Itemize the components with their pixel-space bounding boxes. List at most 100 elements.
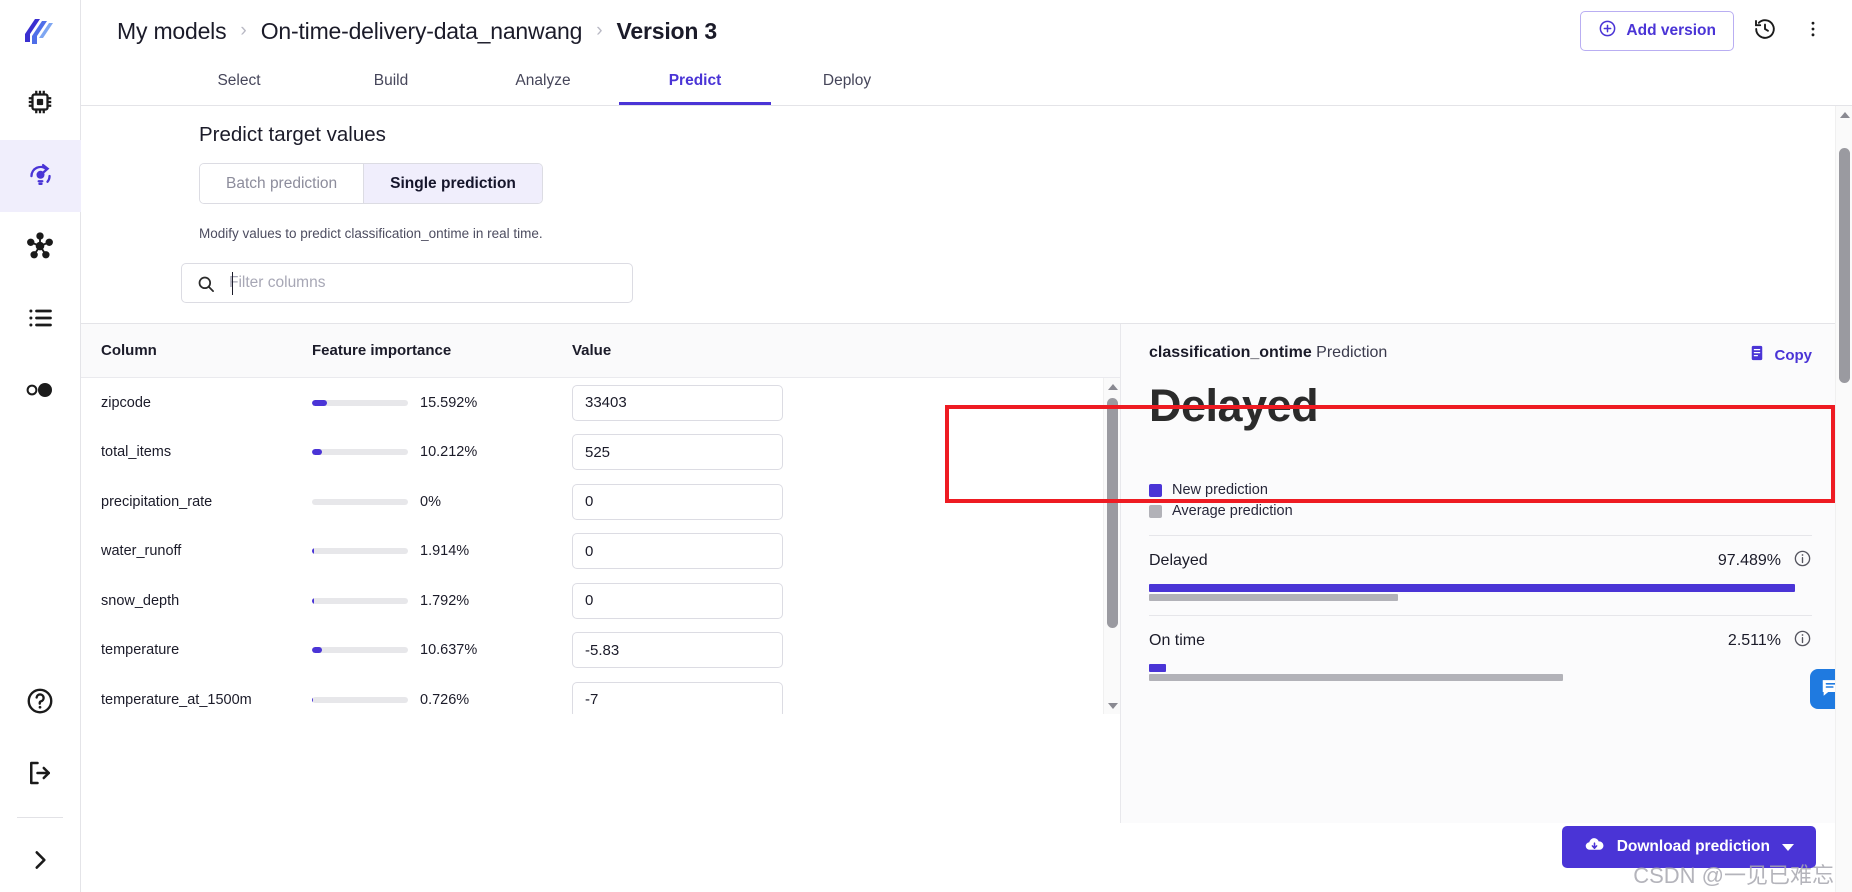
feature-importance-cell: 15.592%	[312, 395, 572, 411]
table-header-value: Value	[572, 342, 612, 359]
breadcrumb-separator: ›	[596, 20, 603, 41]
breadcrumb-item-my-models[interactable]: My models	[117, 18, 227, 45]
prediction-class-list: Delayed 97.489% On time 2.511%	[1149, 535, 1812, 695]
download-prediction-label: Download prediction	[1616, 838, 1770, 855]
feature-importance-cell: 0.726%	[312, 692, 572, 708]
sidebar-item-help[interactable]	[0, 667, 81, 739]
feature-value-cell	[572, 434, 1120, 471]
panel-header: classification_ontime Prediction Copy	[1149, 344, 1812, 366]
prediction-panel: classification_ontime Prediction Copy De…	[1120, 324, 1852, 823]
breadcrumb-item-dataset[interactable]: On-time-delivery-data_nanwang	[261, 18, 583, 45]
feature-value-cell	[572, 632, 1120, 669]
filter-columns-input[interactable]	[182, 264, 632, 302]
table-body: zipcode 15.592% 33403 total_items 10.212…	[81, 378, 1120, 714]
top-bar: My models › On-time-delivery-data_nanwan…	[81, 0, 1852, 62]
single-prediction-tab[interactable]: Single prediction	[364, 164, 542, 203]
importance-bar-track	[312, 498, 408, 505]
sidebar-item-expand[interactable]	[0, 832, 81, 892]
importance-bar-track	[312, 548, 408, 555]
tab-predict[interactable]: Predict	[619, 62, 771, 105]
importance-bar-fill	[312, 647, 323, 654]
predict-lower-region: Column Feature importance Value zipcode …	[81, 323, 1852, 823]
sidebar-item-logo[interactable]	[0, 0, 81, 68]
copy-document-icon	[1748, 344, 1766, 366]
batch-prediction-tab[interactable]: Batch prediction	[200, 164, 365, 203]
search-icon	[196, 274, 216, 299]
importance-bar-track	[312, 449, 408, 456]
feature-value-input[interactable]	[572, 632, 783, 669]
app-logo-icon	[23, 17, 57, 52]
table-row: precipitation_rate 0%	[81, 477, 1120, 527]
download-prediction-button[interactable]: Download prediction	[1561, 826, 1816, 868]
feature-value-input[interactable]	[572, 582, 783, 619]
scrollbar-thumb[interactable]	[1107, 398, 1118, 628]
filter-area	[81, 241, 1852, 303]
legend-item-average: Average prediction	[1149, 503, 1812, 519]
tab-deploy[interactable]: Deploy	[771, 62, 923, 105]
info-circle-icon[interactable]	[1793, 549, 1812, 573]
left-sidebar	[0, 0, 81, 892]
history-clock-icon	[1753, 17, 1777, 46]
breadcrumb-item-version: Version 3	[616, 17, 718, 44]
version-history-button[interactable]	[1748, 14, 1782, 48]
predict-lightbulb-icon	[25, 158, 56, 194]
chevron-down-icon[interactable]	[1782, 843, 1794, 851]
page-scrollbar[interactable]	[1835, 106, 1852, 892]
feature-name: water_runoff	[101, 543, 182, 560]
importance-bar-track	[312, 647, 408, 654]
page-scroll-up-arrow[interactable]	[1836, 106, 1852, 123]
prediction-title-suffix: Prediction	[1311, 344, 1388, 361]
breadcrumb: My models › On-time-delivery-data_nanwan…	[117, 18, 1580, 45]
table-row: temperature_at_1500m 0.726%	[81, 675, 1120, 714]
feature-name: zipcode	[101, 394, 151, 411]
feature-name: total_items	[101, 444, 172, 461]
feature-importance-cell: 1.792%	[312, 593, 572, 609]
importance-bar-fill	[312, 548, 314, 555]
triangle-down-icon	[1107, 702, 1118, 709]
feature-value-input[interactable]	[572, 434, 783, 471]
scroll-down-arrow[interactable]	[1104, 697, 1121, 714]
sidebar-item-datasets[interactable]	[0, 68, 81, 140]
sidebar-item-clusters[interactable]	[0, 356, 81, 428]
more-options-button[interactable]	[1796, 14, 1830, 48]
feature-value-input[interactable]	[572, 533, 783, 570]
feature-value-cell	[572, 384, 1120, 421]
feature-value-input[interactable]	[572, 384, 783, 421]
cloud-download-icon	[1584, 834, 1605, 860]
question-circle-icon	[25, 686, 55, 721]
filter-columns-box[interactable]	[181, 263, 633, 303]
feature-importance-cell: 10.212%	[312, 444, 572, 460]
scroll-up-arrow[interactable]	[1104, 378, 1121, 395]
tab-analyze[interactable]: Analyze	[467, 62, 619, 105]
table-scrollbar[interactable]	[1103, 378, 1120, 714]
feature-value-input[interactable]	[572, 483, 783, 520]
tab-bar: Select Build Analyze Predict Deploy	[81, 62, 1852, 106]
average-prediction-bar	[1149, 594, 1398, 601]
sidebar-item-connections[interactable]	[0, 212, 81, 284]
features-table: Column Feature importance Value zipcode …	[81, 324, 1120, 823]
add-version-button[interactable]: Add version	[1580, 11, 1734, 51]
legend-label-new: New prediction	[1172, 482, 1268, 498]
page-scrollbar-thumb[interactable]	[1839, 148, 1850, 383]
tab-build[interactable]: Build	[315, 62, 467, 105]
sidebar-item-models[interactable]	[0, 140, 81, 212]
info-circle-icon[interactable]	[1793, 629, 1812, 653]
chevron-right-icon	[27, 847, 53, 878]
copy-button[interactable]: Copy	[1748, 344, 1812, 366]
importance-label: 15.592%	[420, 394, 478, 411]
tab-select[interactable]: Select	[163, 62, 315, 105]
sidebar-item-jobs[interactable]	[0, 284, 81, 356]
logout-icon	[25, 758, 55, 793]
legend-swatch-average	[1149, 504, 1162, 518]
importance-label: 10.637%	[420, 642, 478, 659]
feature-importance-cell: 0%	[312, 494, 572, 510]
main-area: My models › On-time-delivery-data_nanwan…	[81, 0, 1852, 892]
predict-hint-text: Modify values to predict classification_…	[199, 226, 543, 241]
prediction-class-row-ontime: On time 2.511%	[1149, 615, 1812, 695]
new-prediction-bar	[1149, 584, 1796, 592]
text-caret	[232, 272, 233, 295]
feature-value-input[interactable]	[572, 681, 783, 714]
table-header-importance: Feature importance	[312, 342, 452, 359]
circles-icon	[25, 379, 55, 406]
sidebar-item-logout[interactable]	[0, 739, 81, 811]
